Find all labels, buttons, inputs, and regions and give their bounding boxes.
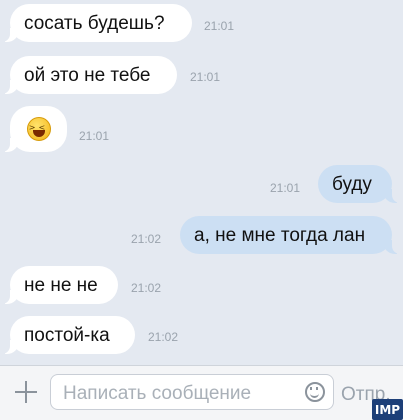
- grinning-squinting-face-icon: ><: [26, 117, 51, 141]
- message-input-wrapper: [50, 374, 334, 410]
- incoming-message[interactable]: не не не: [0, 266, 118, 304]
- message-time: 21:02: [148, 330, 179, 344]
- message-time: 21:01: [79, 129, 110, 143]
- plus-icon[interactable]: [14, 380, 38, 404]
- incoming-message[interactable]: сосать будешь?: [0, 4, 192, 42]
- watermark-logo: IMP: [372, 399, 403, 420]
- message-text: постой-ка: [24, 324, 110, 346]
- message-text: ой это не тебе: [24, 64, 151, 86]
- outgoing-message[interactable]: буду: [318, 165, 402, 203]
- message-time: 21:01: [204, 19, 235, 33]
- message-text: буду: [332, 173, 372, 195]
- message-input[interactable]: [61, 381, 305, 407]
- message-time: 21:02: [131, 232, 162, 246]
- message-text: сосать будешь?: [24, 12, 165, 34]
- message-time: 21:01: [190, 70, 221, 84]
- message-text: а, не мне тогда лан: [194, 224, 366, 246]
- message-time: 21:02: [131, 281, 162, 295]
- message-text: не не не: [24, 274, 98, 296]
- message-time: 21:01: [270, 181, 301, 195]
- outgoing-message[interactable]: а, не мне тогда лан: [180, 216, 402, 254]
- incoming-message[interactable]: ><: [0, 106, 67, 152]
- message-composer: Отпр.: [0, 365, 403, 420]
- incoming-message[interactable]: ой это не тебе: [0, 56, 177, 94]
- incoming-message[interactable]: постой-ка: [0, 316, 135, 354]
- smiley-icon[interactable]: [305, 382, 325, 402]
- chat-area: сосать будешь? 21:01 ой это не тебе 21:0…: [0, 0, 403, 365]
